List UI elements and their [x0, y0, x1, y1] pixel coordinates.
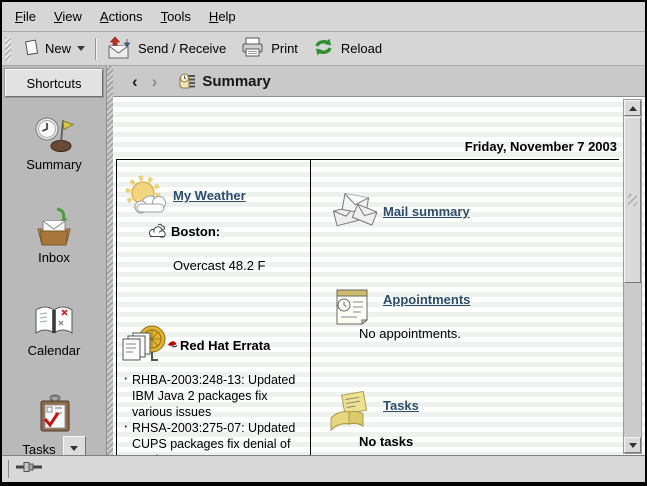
summary-table: My Weather Boston: Overcast: [116, 159, 619, 456]
print-button[interactable]: Print: [233, 33, 305, 64]
summary-shortcut-icon: [32, 113, 76, 155]
vertical-scrollbar[interactable]: [623, 99, 642, 454]
arrow-down-icon: [629, 443, 637, 448]
sidebar-item-label: Calendar: [28, 343, 81, 358]
print-label: Print: [271, 41, 298, 56]
new-button[interactable]: New: [17, 36, 92, 62]
view-header: ‹ › Summary: [113, 66, 645, 97]
appointments-icon: [331, 282, 373, 331]
mail-summary-link[interactable]: Mail summary: [383, 204, 470, 219]
shortcuts-sidebar: Shortcuts Summary: [2, 66, 107, 456]
scroll-down-button[interactable]: [624, 437, 641, 453]
red-hat-errata-icon: [119, 323, 171, 378]
scrollbar-grip: [628, 194, 637, 206]
statusbar-divider: [8, 460, 9, 478]
chevron-down-icon: [70, 446, 78, 451]
main-panel: ‹ › Summary Friday, November 7 2003: [113, 66, 645, 456]
menu-bar: File View Actions Tools Help: [2, 2, 645, 32]
my-weather-icon: [123, 174, 171, 225]
sidebar-item-label: Inbox: [38, 250, 70, 265]
errata-item: RHSA-2003:275-07: Updated CUPS packages …: [122, 420, 306, 456]
chevron-down-icon: [77, 46, 85, 51]
back-button[interactable]: ‹: [125, 73, 145, 90]
arrow-up-icon: [629, 106, 637, 111]
new-button-label: New: [45, 41, 71, 56]
date-heading: Friday, November 7 2003: [465, 139, 617, 154]
reload-label: Reload: [341, 41, 382, 56]
sidebar-scroll-down-button[interactable]: [63, 436, 86, 456]
inbox-shortcut-icon: [32, 206, 76, 248]
send-receive-icon: [106, 35, 132, 62]
send-receive-button[interactable]: Send / Receive: [99, 32, 233, 65]
view-title: Summary: [202, 73, 270, 90]
toolbar-separator: [95, 38, 96, 60]
my-weather-link[interactable]: My Weather: [173, 188, 246, 203]
menu-file[interactable]: File: [6, 5, 45, 28]
mail-summary-icon: [329, 190, 377, 239]
calendar-shortcut-icon: [32, 299, 76, 341]
sidebar-item-label: Summary: [26, 157, 82, 172]
weather-condition-icon: [147, 222, 169, 245]
online-status-icon[interactable]: [16, 460, 44, 479]
reload-icon: [312, 37, 335, 61]
evolution-window: File View Actions Tools Help New: [0, 0, 647, 486]
toolbar-drag-handle[interactable]: [5, 37, 11, 61]
appointments-status: No appointments.: [359, 326, 461, 341]
send-receive-label: Send / Receive: [138, 41, 226, 56]
menu-help[interactable]: Help: [200, 5, 245, 28]
red-hat-icon: [167, 338, 178, 353]
toolbar: New Send / Receive: [2, 32, 645, 66]
shortcuts-group-button[interactable]: Shortcuts: [5, 69, 103, 97]
summary-view-icon: [178, 72, 196, 90]
weather-location: Boston:: [171, 224, 220, 239]
print-icon: [240, 36, 265, 61]
forward-button[interactable]: ›: [145, 73, 165, 90]
menu-view[interactable]: View: [45, 5, 91, 28]
tasks-link[interactable]: Tasks: [383, 398, 419, 413]
column-divider: [310, 160, 311, 456]
weather-condition: Overcast 48.2 F: [173, 258, 265, 273]
sidebar-item-calendar[interactable]: Calendar: [2, 299, 106, 358]
scrollbar-thumb[interactable]: [624, 117, 641, 283]
menu-actions[interactable]: Actions: [91, 5, 152, 28]
sidebar-item-summary[interactable]: Summary: [2, 113, 106, 172]
errata-list: RHBA-2003:248-13: Updated IBM Java 2 pac…: [122, 372, 306, 456]
new-document-icon: [24, 39, 39, 59]
tasks-icon: [325, 388, 373, 437]
errata-heading: Red Hat Errata: [167, 338, 270, 353]
appointments-link[interactable]: Appointments: [383, 292, 470, 307]
errata-heading-label: Red Hat Errata: [180, 338, 270, 353]
tasks-status: No tasks: [359, 434, 413, 449]
errata-item: RHBA-2003:248-13: Updated IBM Java 2 pac…: [122, 372, 306, 420]
tasks-shortcut-icon: [32, 392, 76, 434]
sidebar-item-tasks[interactable]: Tasks: [2, 392, 106, 456]
sidebar-item-label: Tasks: [22, 442, 55, 457]
status-bar: [2, 455, 645, 482]
sidebar-item-inbox[interactable]: Inbox: [2, 206, 106, 265]
menu-tools[interactable]: Tools: [152, 5, 200, 28]
summary-content: Friday, November 7 2003: [113, 97, 645, 456]
reload-button[interactable]: Reload: [305, 34, 389, 64]
scroll-up-button[interactable]: [624, 100, 641, 116]
